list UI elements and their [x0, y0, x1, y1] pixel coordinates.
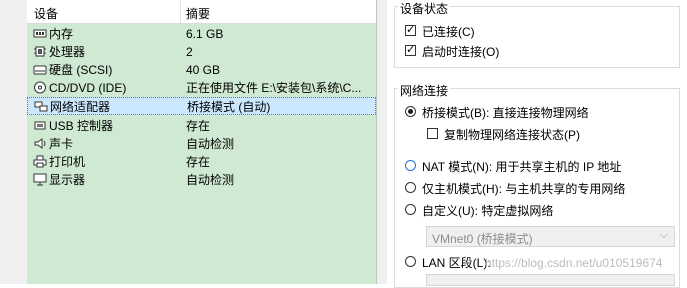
- device-name: 内存: [49, 27, 74, 41]
- device-name: 处理器: [49, 45, 86, 59]
- device-summary: 存在: [186, 155, 211, 169]
- replicate-state-checkbox[interactable]: [427, 128, 438, 139]
- device-table: 设备 摘要 内存 6.1 GB 处理器 2 硬盘 (SCSI) 40 GB CD…: [27, 0, 377, 284]
- lan-segment-select[interactable]: [426, 274, 675, 286]
- vmnet-select[interactable]: VMnet0 (桥接模式) ⌵: [426, 226, 675, 247]
- device-row-printer[interactable]: 打印机 存在: [27, 153, 376, 171]
- host-only-radio[interactable]: [405, 182, 416, 193]
- device-row-network-adapter[interactable]: 网络适配器 桥接模式 (自动): [27, 97, 376, 115]
- device-summary: 正在使用文件 E:\安装包\系统\C...: [186, 81, 362, 95]
- bridged-radio[interactable]: [405, 106, 416, 117]
- connected-label[interactable]: 已连接(C): [422, 23, 475, 40]
- nat-radio[interactable]: [405, 160, 416, 171]
- device-status-title: 设备状态: [398, 0, 451, 17]
- device-row-harddisk[interactable]: 硬盘 (SCSI) 40 GB: [27, 61, 376, 79]
- network-connection-title: 网络连接: [398, 82, 451, 99]
- device-summary: 存在: [186, 119, 211, 133]
- device-summary: 2: [186, 45, 193, 59]
- sound-card-icon: [34, 138, 46, 149]
- device-summary: 自动检测: [186, 137, 235, 151]
- device-row-usb[interactable]: USB 控制器 存在: [27, 117, 376, 135]
- processor-icon: [34, 46, 46, 57]
- device-name: 网络适配器: [50, 100, 111, 114]
- header-divider[interactable]: [180, 0, 181, 23]
- replicate-state-label[interactable]: 复制物理网络连接状态(P): [444, 126, 580, 143]
- cd-icon: [34, 81, 46, 94]
- custom-label[interactable]: 自定义(U): 特定虚拟网络: [422, 202, 553, 219]
- left-margin-strip: [0, 0, 28, 284]
- device-summary: 40 GB: [186, 63, 221, 77]
- device-name: 声卡: [49, 137, 74, 151]
- network-adapter-icon: [34, 101, 48, 112]
- panel-edge: [385, 0, 387, 284]
- settings-panel: 设备状态 ✓ 已连接(C) ✓ 启动时连接(O) 网络连接 桥接模式(B): 直…: [385, 0, 687, 288]
- harddisk-icon: [33, 65, 47, 75]
- device-summary: 桥接模式 (自动): [187, 100, 271, 114]
- watermark: https://blog.csdn.net/u010519674: [485, 256, 663, 270]
- lan-segment-radio[interactable]: [405, 256, 416, 267]
- usb-icon: [34, 121, 46, 130]
- connect-on-start-checkbox[interactable]: ✓: [405, 44, 416, 56]
- chevron-down-icon: ⌵: [659, 229, 668, 241]
- panel-gap: [377, 0, 385, 284]
- custom-radio[interactable]: [405, 204, 416, 215]
- device-name: 硬盘 (SCSI): [49, 63, 113, 77]
- device-name: CD/DVD (IDE): [49, 81, 127, 95]
- printer-icon: [33, 155, 47, 168]
- device-row-memory[interactable]: 内存 6.1 GB: [27, 25, 376, 43]
- vmnet-select-value: VMnet0 (桥接模式): [432, 232, 533, 246]
- table-header: 设备 摘要: [27, 0, 376, 24]
- device-row-display[interactable]: 显示器 自动检测: [27, 171, 376, 189]
- host-only-label[interactable]: 仅主机模式(H): 与主机共享的专用网络: [422, 180, 625, 197]
- device-name: 显示器: [49, 173, 86, 187]
- header-summary[interactable]: 摘要: [186, 5, 210, 22]
- device-row-sound-card[interactable]: 声卡 自动检测: [27, 135, 376, 153]
- device-panel: 设备 摘要 内存 6.1 GB 处理器 2 硬盘 (SCSI) 40 GB CD…: [0, 0, 385, 284]
- nat-label[interactable]: NAT 模式(N): 用于共享主机的 IP 地址: [422, 158, 621, 175]
- bridged-label[interactable]: 桥接模式(B): 直接连接物理网络: [422, 104, 589, 121]
- device-name: 打印机: [49, 155, 86, 169]
- lan-segment-label[interactable]: LAN 区段(L):: [422, 254, 491, 271]
- device-row-processor[interactable]: 处理器 2: [27, 43, 376, 61]
- device-summary: 自动检测: [186, 173, 235, 187]
- memory-icon: [33, 29, 47, 38]
- device-name: USB 控制器: [49, 119, 114, 133]
- header-device[interactable]: 设备: [34, 5, 58, 22]
- device-row-cddvd[interactable]: CD/DVD (IDE) 正在使用文件 E:\安装包\系统\C...: [27, 79, 376, 97]
- connected-checkbox[interactable]: ✓: [405, 24, 416, 36]
- connect-on-start-label[interactable]: 启动时连接(O): [422, 43, 499, 60]
- device-summary: 6.1 GB: [186, 27, 224, 41]
- display-icon: [33, 173, 47, 186]
